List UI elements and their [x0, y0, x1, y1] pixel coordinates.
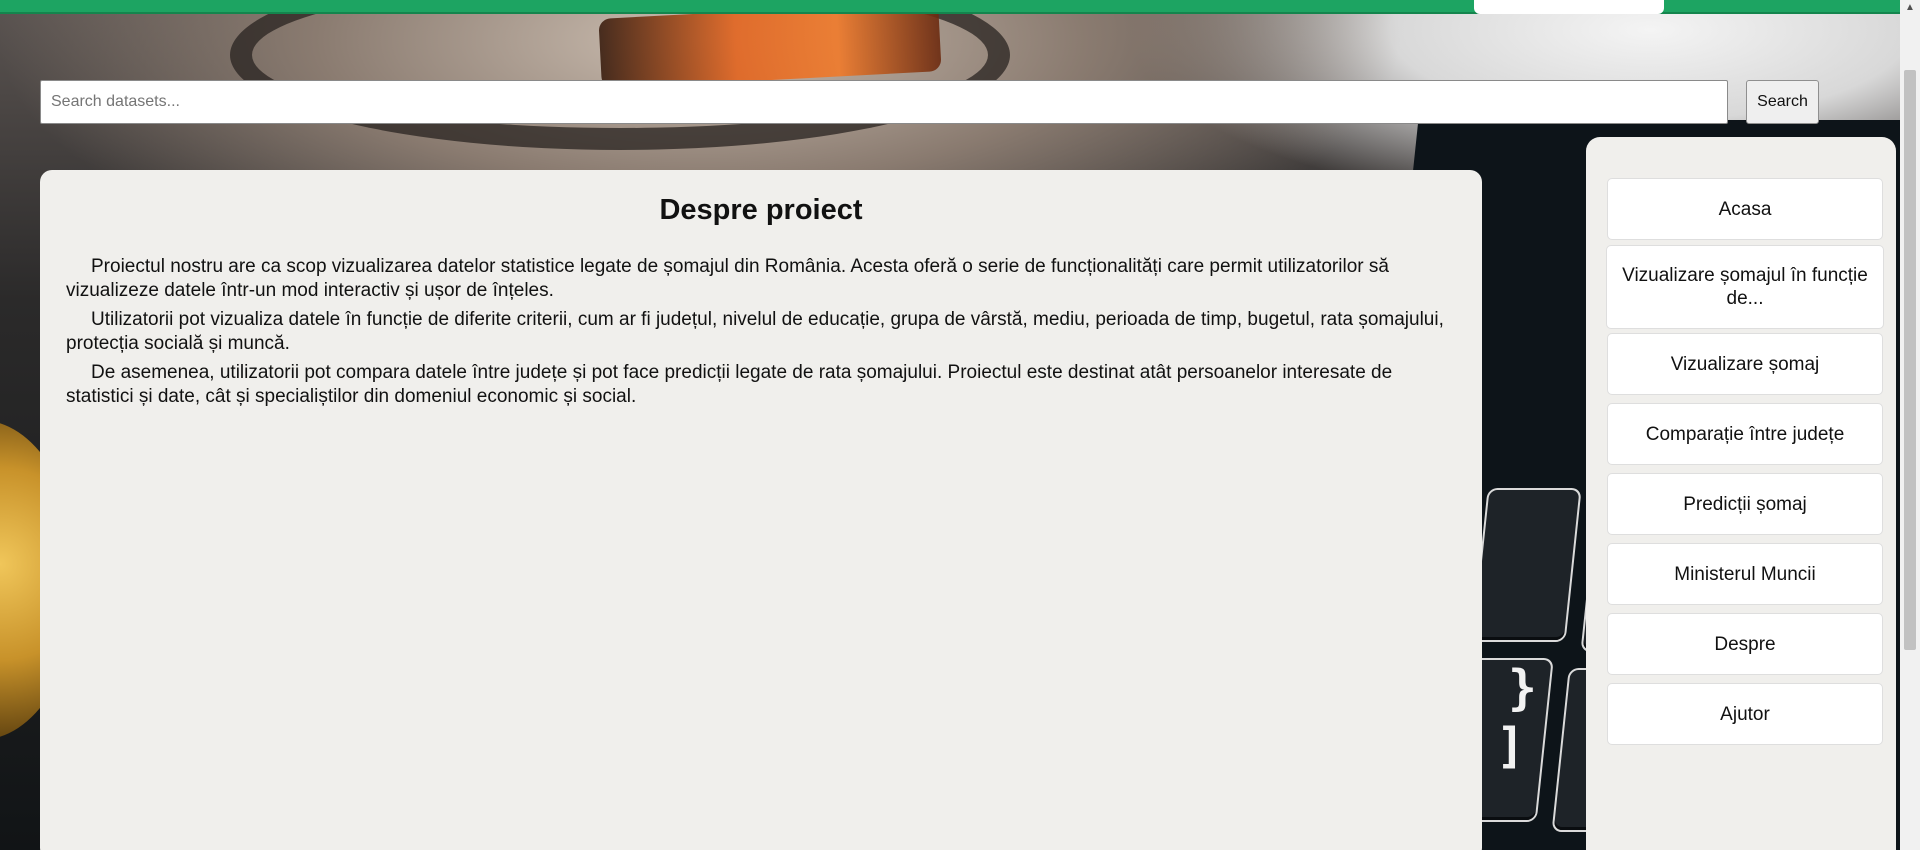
sidebar-nav: Acasa Vizualizare șomajul în funcție de.… — [1586, 137, 1896, 850]
intro-paragraph: Proiectul nostru are ca scop vizualizare… — [66, 256, 1389, 301]
content-panel: Despre proiect Proiectul nostru are ca s… — [40, 170, 1482, 850]
features-paragraph: Utilizatorii pot vizualiza datele în fun… — [66, 309, 1444, 354]
scroll-up-icon[interactable]: ▲ — [1900, 0, 1920, 16]
page-title: Despre proiect — [659, 194, 863, 226]
sidebar-item-comparatie-judete[interactable]: Comparație între județe — [1607, 403, 1883, 465]
sidebar-item-ajutor[interactable]: Ajutor — [1607, 683, 1883, 745]
sidebar-item-vizualizare-somaj[interactable]: Vizualizare șomaj — [1607, 333, 1883, 395]
search-input[interactable] — [40, 80, 1728, 124]
sidebar-item-ministerul-muncii[interactable]: Ministerul Muncii — [1607, 543, 1883, 605]
sidebar-item-acasa[interactable]: Acasa — [1607, 178, 1883, 240]
page-scrollbar[interactable]: ▲ — [1900, 0, 1920, 850]
audience-paragraph: De asemenea, utilizatorii pot compara da… — [66, 362, 1393, 407]
sidebar-item-despre[interactable]: Despre — [1607, 613, 1883, 675]
scrollbar-thumb[interactable] — [1904, 70, 1916, 650]
sidebar-item-vizualizare-in-functie-de[interactable]: Vizualizare șomajul în funcție de... — [1606, 245, 1884, 329]
sidebar-item-predictii-somaj[interactable]: Predicții șomaj — [1607, 473, 1883, 535]
search-button[interactable]: Search — [1746, 80, 1819, 124]
top-bar-tab — [1474, 0, 1664, 14]
